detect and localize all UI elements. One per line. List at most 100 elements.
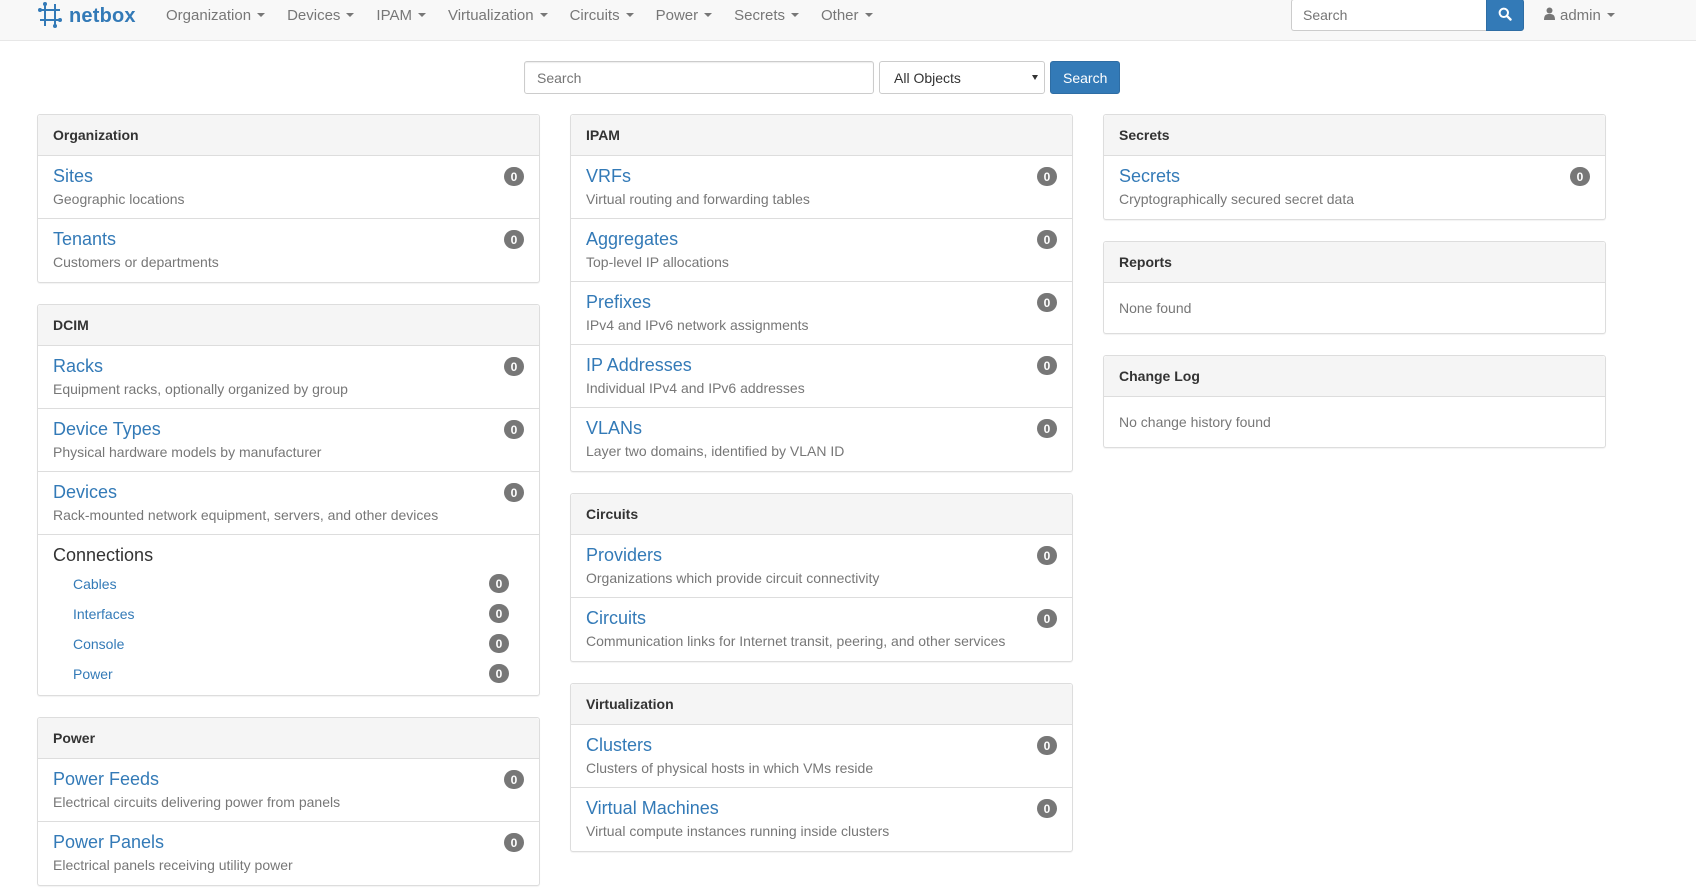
item-description: Individual IPv4 and IPv6 addresses (586, 380, 805, 396)
user-icon (1544, 7, 1555, 24)
object-type-select[interactable]: All Objects (879, 61, 1045, 94)
count-badge: 0 (1037, 167, 1057, 186)
panel-heading: Circuits (571, 494, 1072, 535)
count-badge: 0 (1037, 736, 1057, 755)
count-badge: 0 (504, 483, 524, 502)
nav-label: Organization (166, 6, 252, 24)
interfaces-link[interactable]: Interfaces (73, 606, 134, 622)
nav-label: Virtualization (447, 6, 534, 24)
list-item-providers: Providers Organizations which provide ci… (571, 535, 1072, 598)
count-badge: 0 (504, 420, 524, 439)
count-badge: 0 (1037, 799, 1057, 818)
power-panels-link[interactable]: Power Panels (53, 831, 524, 853)
nav-circuits[interactable]: Circuits (559, 7, 645, 24)
search-icon (1498, 7, 1512, 24)
power-feeds-link[interactable]: Power Feeds (53, 768, 524, 790)
cables-link[interactable]: Cables (73, 576, 117, 592)
list-item-device-types: Device Types Physical hardware models by… (38, 409, 539, 472)
nav-label: Devices (287, 6, 341, 24)
navbar: netbox Organization Devices IPAM Virtual… (0, 0, 1696, 41)
vrfs-link[interactable]: VRFs (586, 165, 1057, 187)
nav-ipam[interactable]: IPAM (365, 7, 437, 24)
item-description: Rack-mounted network equipment, servers,… (53, 507, 439, 523)
count-badge: 0 (1037, 230, 1057, 249)
panel-heading: Virtualization (571, 684, 1072, 725)
list-item-devices: Devices Rack-mounted network equipment, … (38, 472, 539, 535)
list-item-circuits: Circuits Communication links for Interne… (571, 598, 1072, 661)
count-badge: 0 (1037, 609, 1057, 628)
console-link[interactable]: Console (73, 636, 124, 652)
sites-link[interactable]: Sites (53, 165, 524, 187)
item-description: Equipment racks, optionally organized by… (53, 381, 348, 397)
user-menu[interactable]: admin (1544, 0, 1615, 30)
nav-secrets[interactable]: Secrets (723, 7, 810, 24)
global-search-form: All Objects Search (524, 61, 1121, 94)
navbar-search-button[interactable] (1486, 0, 1524, 31)
panel-heading: Change Log (1104, 356, 1605, 397)
column-right: Secrets Secrets Cryptographically secure… (1103, 114, 1606, 469)
secrets-link[interactable]: Secrets (1119, 165, 1590, 187)
racks-link[interactable]: Racks (53, 355, 524, 377)
caret-down-icon (257, 13, 266, 17)
vlans-link[interactable]: VLANs (586, 417, 1057, 439)
count-badge: 0 (1037, 293, 1057, 312)
caret-down-icon (791, 13, 799, 17)
aggregates-link[interactable]: Aggregates (586, 228, 1057, 250)
changelog-empty-text: No change history found (1119, 414, 1271, 430)
prefixes-link[interactable]: Prefixes (586, 291, 1057, 313)
list-item-clusters: Clusters Clusters of physical hosts in w… (571, 725, 1072, 788)
nav-power[interactable]: Power (645, 7, 724, 24)
item-description: Physical hardware models by manufacturer (53, 444, 322, 460)
count-badge: 0 (1037, 546, 1057, 565)
list-item-sites: Sites Geographic locations 0 (38, 156, 539, 219)
panel-change-log: Change Log No change history found (1103, 355, 1606, 448)
item-description: Virtual compute instances running inside… (586, 823, 890, 839)
clusters-link[interactable]: Clusters (586, 734, 1057, 756)
count-badge: 0 (504, 357, 524, 376)
panel-heading: Secrets (1104, 115, 1605, 156)
panel-heading: IPAM (571, 115, 1072, 156)
brand-logo[interactable]: netbox (37, 1, 136, 31)
nav-label: Secrets (734, 6, 785, 24)
devices-link[interactable]: Devices (53, 481, 524, 503)
navbar-search-input[interactable] (1291, 0, 1486, 31)
panel-secrets: Secrets Secrets Cryptographically secure… (1103, 114, 1606, 220)
count-badge: 0 (1570, 167, 1590, 186)
nav-other[interactable]: Other (810, 7, 884, 24)
caret-down-icon (704, 13, 713, 17)
caret-down-icon (539, 13, 548, 17)
nav-label: Power (655, 6, 699, 24)
caret-down-icon (346, 13, 355, 17)
panel-power: Power Power Feeds Electrical circuits de… (37, 717, 540, 886)
item-description: Geographic locations (53, 191, 185, 207)
panel-reports: Reports None found (1103, 241, 1606, 334)
device-types-link[interactable]: Device Types (53, 418, 524, 440)
caret-down-icon (864, 13, 873, 17)
ip-addresses-link[interactable]: IP Addresses (586, 354, 1057, 376)
search-button[interactable]: Search (1050, 61, 1121, 94)
search-input[interactable] (524, 61, 874, 94)
item-description: Cryptographically secured secret data (1119, 191, 1355, 207)
circuits-link[interactable]: Circuits (586, 607, 1057, 629)
nav-virtualization[interactable]: Virtualization (437, 7, 559, 24)
caret-down-icon (1606, 13, 1615, 17)
count-badge: 0 (489, 574, 509, 593)
item-description: IPv4 and IPv6 network assignments (586, 317, 809, 333)
column-left: Organization Sites Geographic locations … (37, 114, 540, 889)
nav-devices[interactable]: Devices (276, 7, 365, 24)
caret-down-icon (417, 13, 426, 17)
providers-link[interactable]: Providers (586, 544, 1057, 566)
nav-organization[interactable]: Organization (155, 7, 276, 24)
brand-name: netbox (69, 4, 136, 27)
count-badge: 0 (1037, 419, 1057, 438)
item-description: Clusters of physical hosts in which VMs … (586, 760, 874, 776)
connections-title: Connections (53, 545, 154, 565)
username: admin (1560, 6, 1601, 24)
tenants-link[interactable]: Tenants (53, 228, 524, 250)
virtual-machines-link[interactable]: Virtual Machines (586, 797, 1057, 819)
item-description: Layer two domains, identified by VLAN ID (586, 443, 845, 459)
count-badge: 0 (489, 634, 509, 653)
power-connections-link[interactable]: Power (73, 666, 113, 682)
chevron-down-icon (1032, 75, 1038, 80)
count-badge: 0 (489, 664, 509, 683)
